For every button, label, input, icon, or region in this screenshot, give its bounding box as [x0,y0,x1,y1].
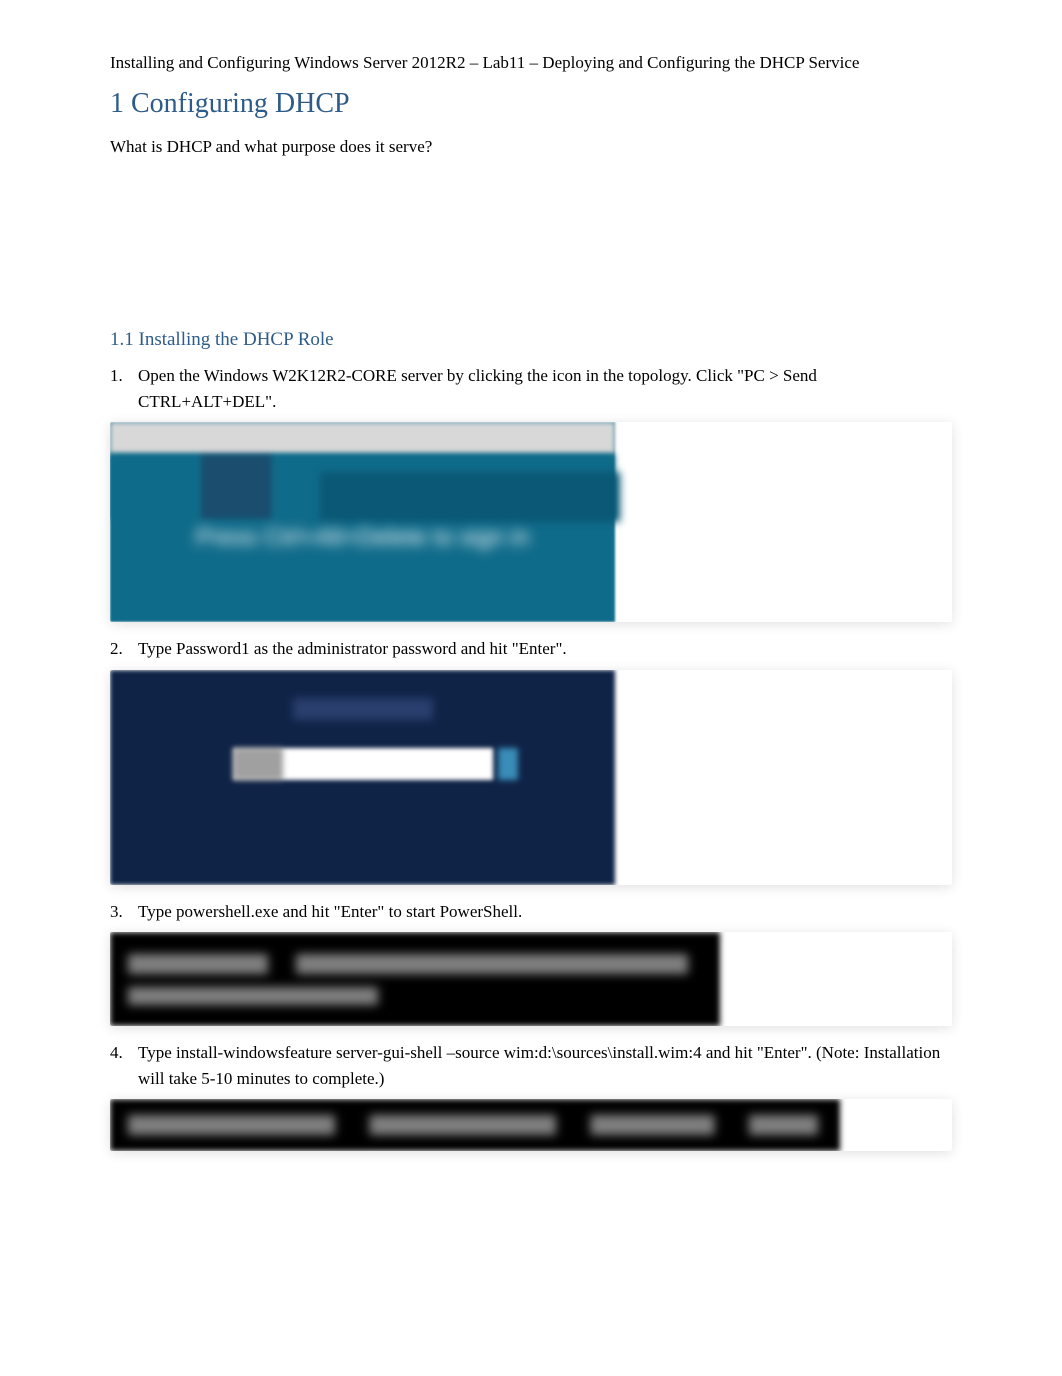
screenshot-password [110,670,952,885]
steps-list: Open the Windows W2K12R2-CORE server by … [110,363,952,414]
section-1-title: 1 Configuring DHCP [110,88,952,120]
screenshot-install-feature [110,1099,952,1151]
step-4: Type install-windowsfeature server-gui-s… [110,1040,952,1091]
step-2: Type Password1 as the administrator pass… [110,636,952,662]
step-3: Type powershell.exe and hit "Enter" to s… [110,899,952,925]
spacer [110,169,952,309]
screenshot-powershell-start [110,932,952,1026]
section-1-intro: What is DHCP and what purpose does it se… [110,134,952,160]
step-1: Open the Windows W2K12R2-CORE server by … [110,363,952,414]
section-1-1-title: 1.1 Installing the DHCP Role [110,329,952,351]
steps-list-2: Type Password1 as the administrator pass… [110,636,952,662]
screenshot-signin: Press Ctrl+Alt+Delete to sign in [110,422,952,622]
document-header: Installing and Configuring Windows Serve… [110,50,952,76]
steps-list-4: Type install-windowsfeature server-gui-s… [110,1040,952,1091]
signin-prompt-text: Press Ctrl+Alt+Delete to sign in [110,524,615,552]
steps-list-3: Type powershell.exe and hit "Enter" to s… [110,899,952,925]
